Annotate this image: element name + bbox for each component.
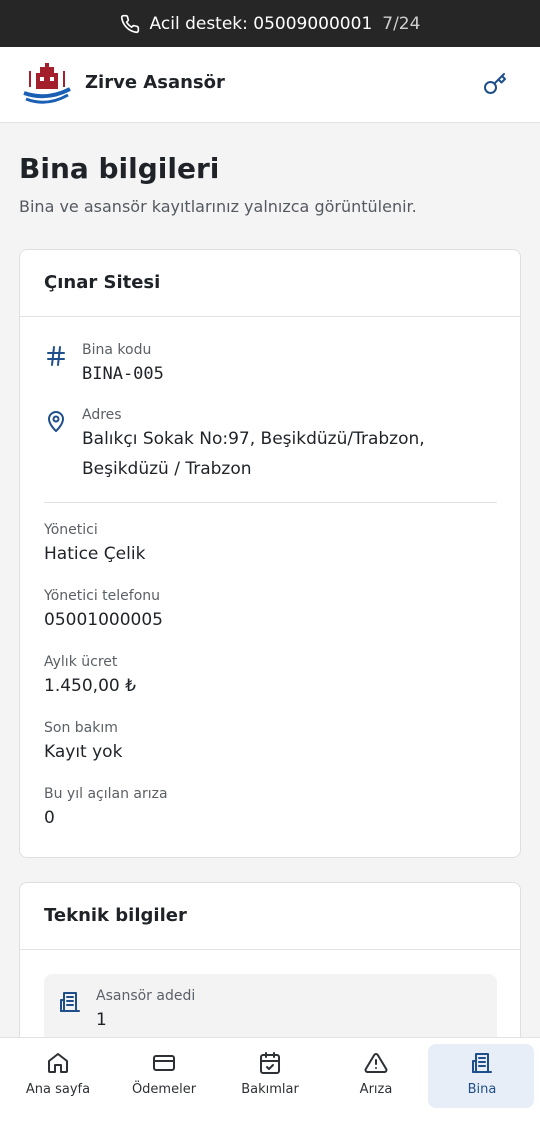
nav-item-faults[interactable]: Arıza (322, 1038, 430, 1127)
nav-label-building: Bina (467, 1082, 497, 1097)
key-icon[interactable] (483, 72, 507, 96)
divider (20, 949, 520, 950)
building-code-label: Bina kodu (82, 342, 152, 358)
building-code: BINA-005 (82, 364, 164, 384)
manager-phone-label: Yönetici telefonu (44, 588, 161, 604)
last-service-label: Son bakım (44, 720, 118, 736)
monthly-fee-label: Aylık ücret (44, 654, 118, 670)
support-hours: 7/24 (382, 13, 421, 34)
building-icon (472, 1053, 492, 1073)
nav-label-payments: Ödemeler (131, 1082, 197, 1097)
location-pin-icon (48, 411, 64, 432)
manager-label: Yönetici (44, 522, 98, 538)
building-name: Çınar Sitesi (44, 272, 161, 293)
nav-label-home: Ana sayfa (25, 1082, 91, 1097)
elevator-count-label: Asansör adedi (96, 988, 196, 1004)
faults-label: Bu yıl açılan arıza (44, 786, 168, 802)
page-title: Bina bilgileri (19, 152, 220, 185)
phone-icon (120, 14, 139, 33)
bottom-navigation: Ana sayfa Ödemeler Bakımlar Arıza Bina (0, 1037, 540, 1127)
warning-icon (364, 1052, 388, 1073)
address-label: Adres (82, 407, 122, 423)
hash-icon (47, 346, 65, 366)
app-header: Zirve Asansör (0, 47, 540, 123)
emergency-support-bar[interactable]: Acil destek: 05009000001 7/24 (0, 0, 540, 47)
monthly-fee: 1.450,00 ₺ (44, 676, 136, 696)
nav-item-maintenance[interactable]: Bakımlar (216, 1038, 324, 1127)
page-subtitle: Bina ve asansör kayıtlarınız yalnızca gö… (19, 197, 417, 216)
building-icon (60, 992, 80, 1012)
nav-item-home[interactable]: Ana sayfa (4, 1038, 112, 1127)
faults-count: 0 (44, 808, 55, 828)
brand-name: Zirve Asansör (85, 72, 225, 93)
brand-logo (23, 63, 71, 104)
nav-item-building[interactable]: Bina (428, 1038, 536, 1127)
divider (20, 316, 520, 317)
nav-item-payments[interactable]: Ödemeler (110, 1038, 218, 1127)
address: Balıkçı Sokak No:97, Beşikdüzü/Trabzon, … (82, 429, 425, 479)
card-icon (153, 1055, 175, 1071)
manager-phone: 05001000005 (44, 610, 163, 630)
manager-name: Hatice Çelik (44, 544, 146, 564)
technical-title: Teknik bilgiler (44, 905, 187, 926)
home-icon (48, 1053, 68, 1073)
divider (44, 502, 497, 503)
nav-label-faults: Arıza (359, 1082, 393, 1097)
building-card: Çınar Sitesi Bina kodu BINA-005 Adres Ba… (19, 249, 521, 858)
nav-label-maintenance: Bakımlar (241, 1082, 299, 1097)
calendar-check-icon (260, 1052, 280, 1074)
elevator-count: 1 (96, 1010, 107, 1030)
last-service: Kayıt yok (44, 742, 123, 762)
emergency-phone-text: Acil destek: 05009000001 (149, 13, 373, 34)
